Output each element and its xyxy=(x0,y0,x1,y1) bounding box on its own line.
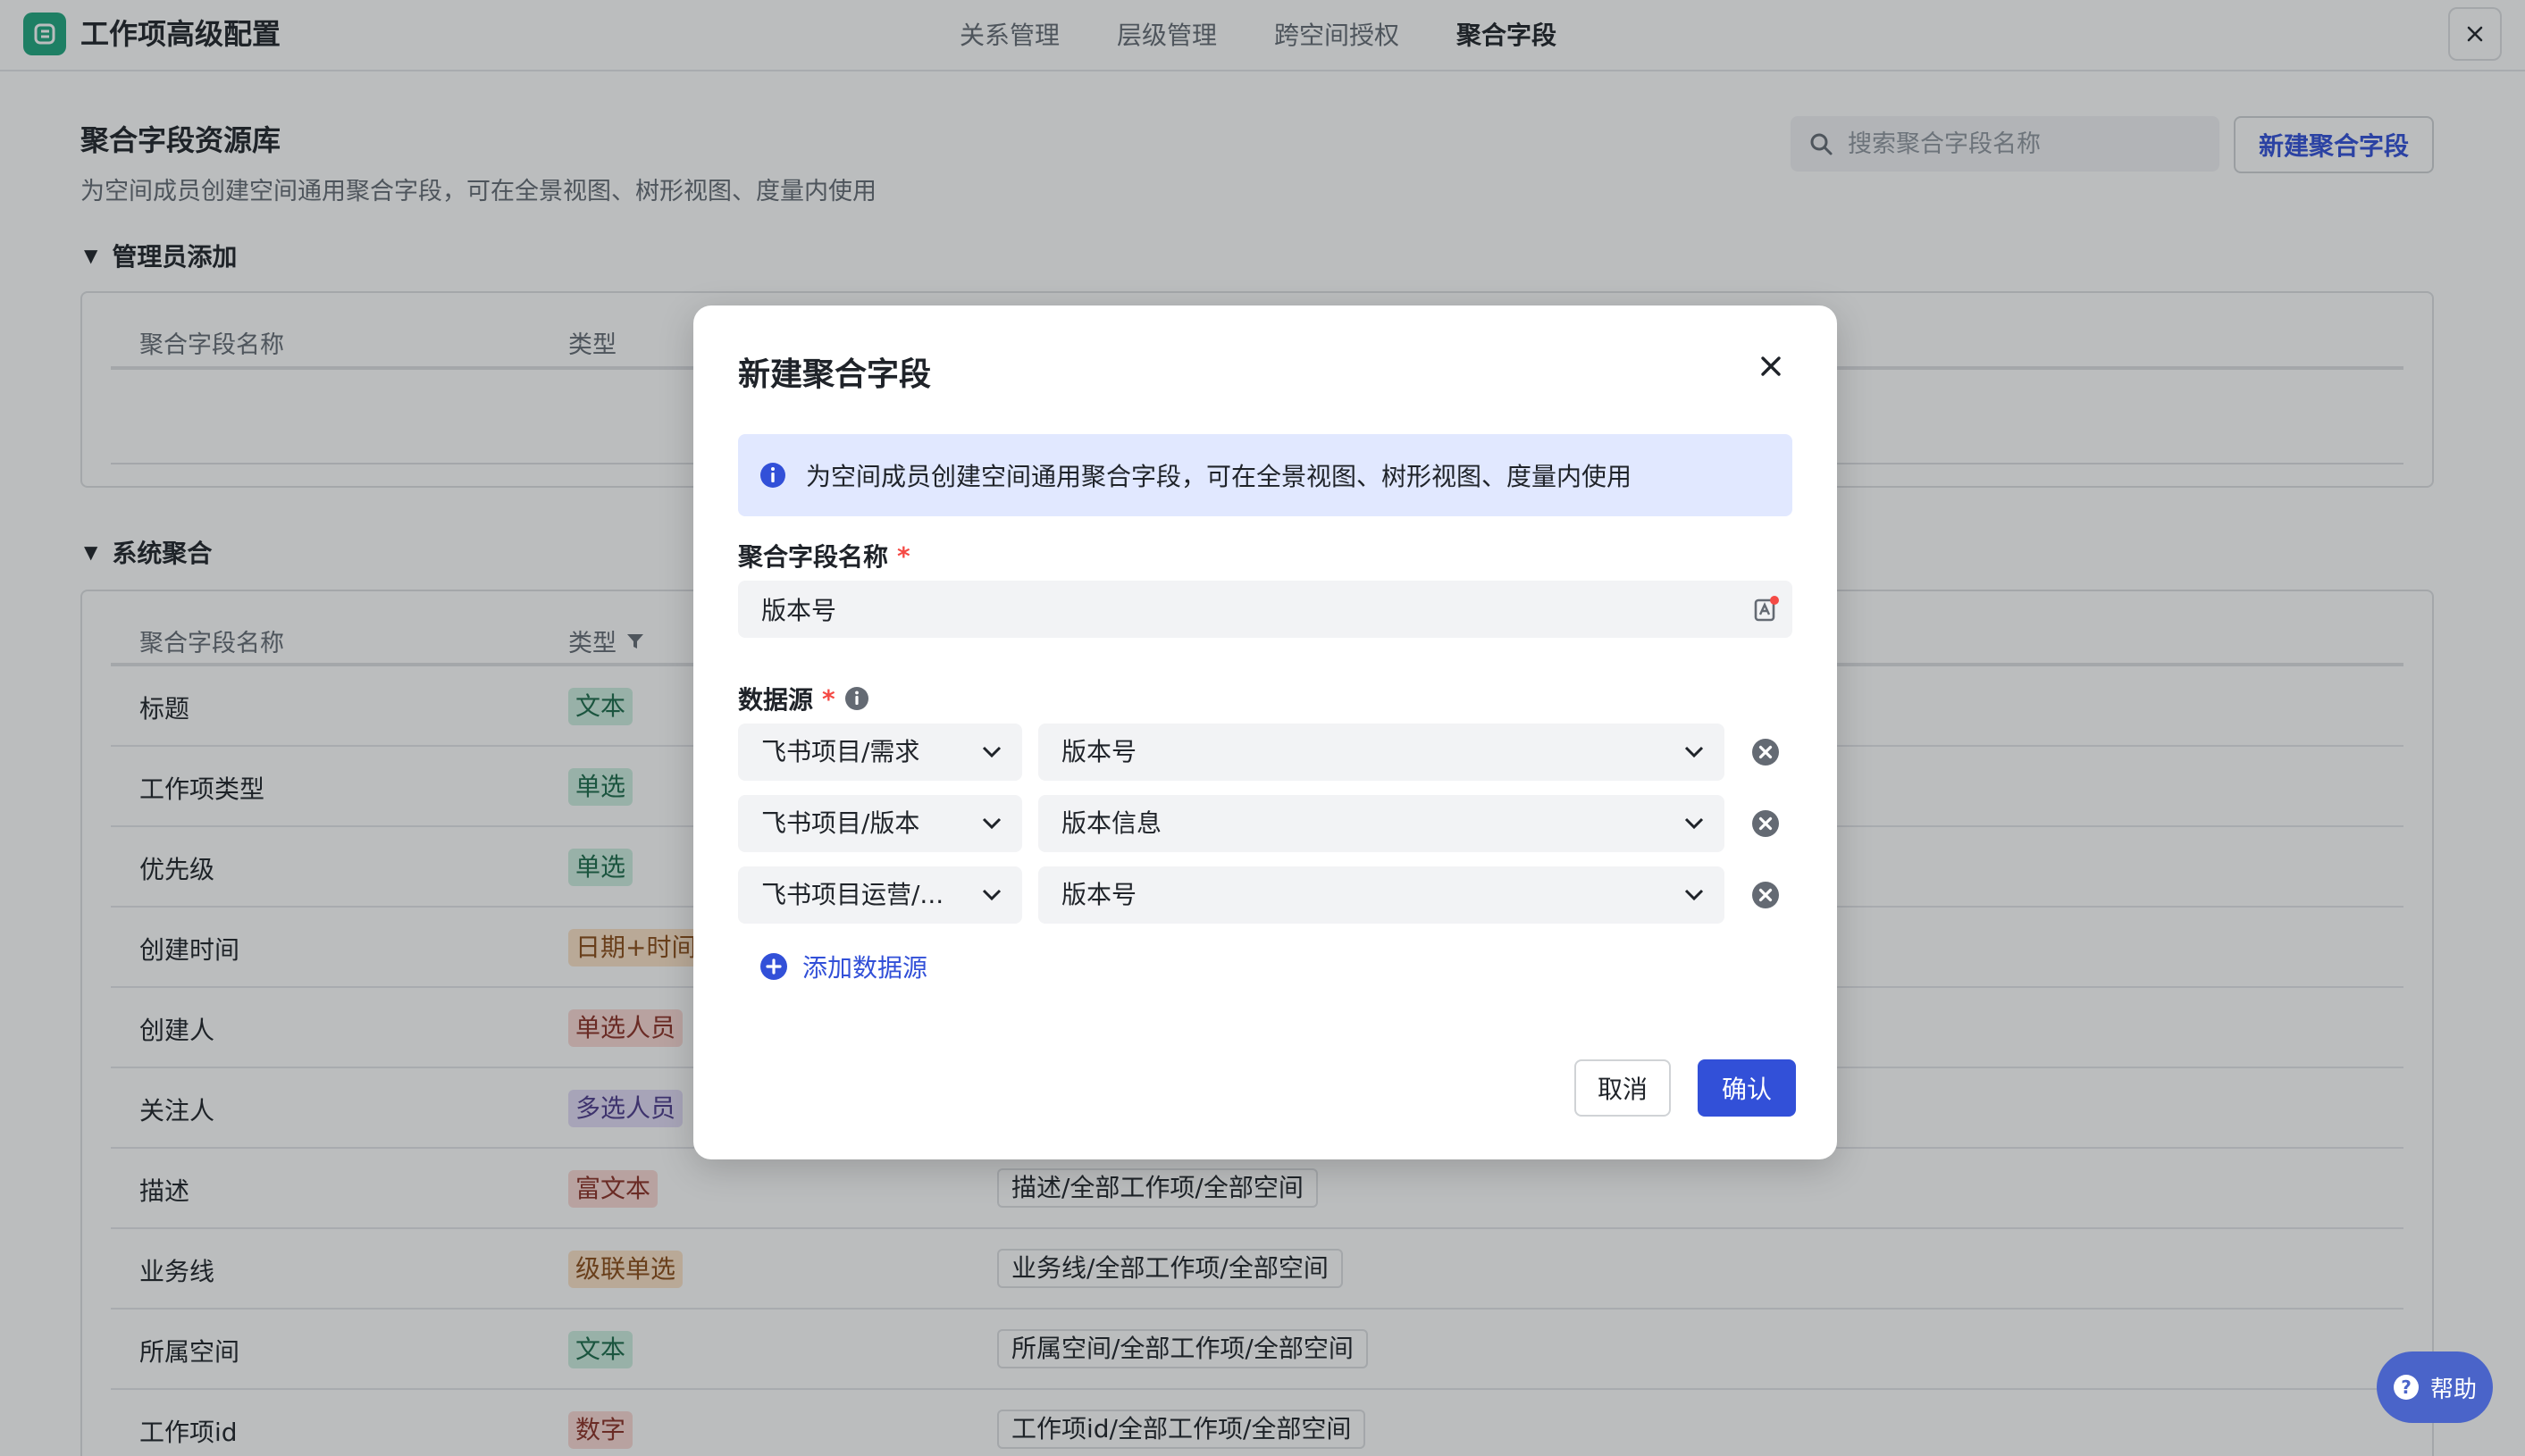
select-value: 飞书项目/版本 xyxy=(761,808,920,838)
new-aggregate-field-dialog: 新建聚合字段 为空间成员创建空间通用聚合字段，可在全景视图、树形视图、度量内使用… xyxy=(693,305,1837,1159)
name-field-label: 聚合字段名称 * xyxy=(738,538,910,573)
select-value: 飞书项目/需求 xyxy=(761,737,920,766)
datasource-project-select[interactable]: 飞书项目/需求 xyxy=(738,724,1022,781)
select-value: 版本信息 xyxy=(1061,808,1162,838)
name-field[interactable] xyxy=(738,581,1792,638)
add-datasource-label: 添加数据源 xyxy=(802,953,928,983)
remove-datasource-icon[interactable] xyxy=(1751,738,1780,766)
datasource-field-select[interactable]: 版本号 xyxy=(1038,724,1724,781)
info-banner-text: 为空间成员创建空间通用聚合字段，可在全景视图、树形视图、度量内使用 xyxy=(806,462,1632,491)
help-button[interactable]: ? 帮助 xyxy=(2377,1351,2493,1423)
chevron-down-icon xyxy=(1684,746,1704,758)
chevron-down-icon xyxy=(982,817,1002,830)
chevron-down-icon xyxy=(1684,889,1704,901)
remove-datasource-icon[interactable] xyxy=(1751,881,1780,909)
help-icon: ? xyxy=(2393,1375,2419,1400)
svg-text:?: ? xyxy=(2401,1377,2412,1398)
chevron-down-icon xyxy=(982,889,1002,901)
info-icon[interactable] xyxy=(844,686,869,711)
datasource-field-select[interactable]: 版本号 xyxy=(1038,866,1724,924)
datasource-project-select[interactable]: 飞书项目/版本 xyxy=(738,795,1022,852)
dialog-title: 新建聚合字段 xyxy=(738,356,932,393)
chevron-down-icon xyxy=(1684,817,1704,830)
name-label-text: 聚合字段名称 xyxy=(738,542,889,572)
confirm-button[interactable]: 确认 xyxy=(1698,1059,1796,1117)
add-datasource-button[interactable]: 添加数据源 xyxy=(759,949,927,984)
datasource-field-label: 数据源 * xyxy=(738,681,869,716)
close-icon[interactable] xyxy=(1757,352,1785,381)
datasource-field-select[interactable]: 版本信息 xyxy=(1038,795,1724,852)
info-banner: 为空间成员创建空间通用聚合字段，可在全景视图、树形视图、度量内使用 xyxy=(738,434,1792,516)
select-value: 飞书项目运营/... xyxy=(761,880,944,909)
info-icon xyxy=(760,463,785,488)
select-value: 版本号 xyxy=(1061,880,1137,909)
cancel-button[interactable]: 取消 xyxy=(1574,1059,1671,1117)
chevron-down-icon xyxy=(982,746,1002,758)
required-mark: * xyxy=(897,540,910,571)
select-value: 版本号 xyxy=(1061,737,1137,766)
datasource-project-select[interactable]: 飞书项目运营/... xyxy=(738,866,1022,924)
help-label: 帮助 xyxy=(2429,1376,2477,1403)
ai-translate-icon[interactable] xyxy=(1753,595,1780,623)
required-mark: * xyxy=(822,683,835,714)
name-input[interactable] xyxy=(761,591,1726,627)
remove-datasource-icon[interactable] xyxy=(1751,809,1780,838)
datasource-label-text: 数据源 xyxy=(738,685,814,715)
add-circle-icon xyxy=(760,953,787,980)
